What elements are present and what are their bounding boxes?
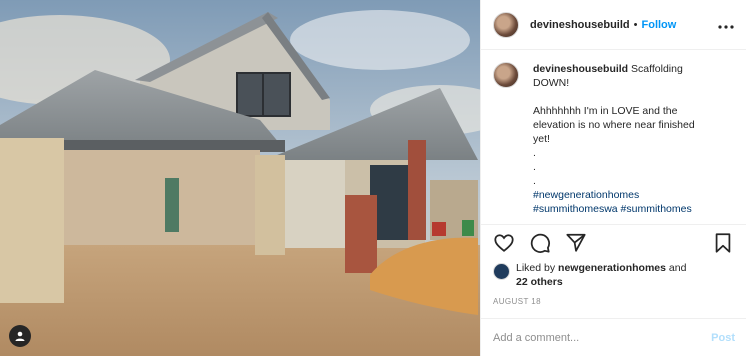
heart-icon[interactable] — [493, 232, 515, 254]
action-bar — [481, 225, 746, 261]
author-avatar[interactable] — [493, 11, 519, 38]
comment-input[interactable] — [493, 331, 712, 344]
ellipsis-glyph — [718, 24, 734, 29]
likes-row: Liked by newgenerationhomes and 22 other… — [481, 261, 746, 289]
caption-line-4: elevation is no where near finished — [533, 119, 695, 131]
post-side-panel: devineshousebuild • Follow devineshouseb… — [480, 0, 746, 356]
caption-line-0: Scaffolding — [631, 63, 683, 75]
post-comment-button[interactable]: Post — [711, 332, 735, 344]
likes-prefix: Liked by — [516, 262, 556, 274]
caption-line-5: yet! — [533, 133, 550, 145]
caption-author-avatar[interactable] — [493, 62, 519, 88]
caption-line-6: . — [533, 147, 536, 159]
caption-line-8: . — [533, 175, 536, 187]
caption-username[interactable]: devineshousebuild — [533, 63, 628, 75]
person-tag-icon[interactable] — [9, 325, 31, 347]
caption-area: devineshousebuild Scaffolding DOWN! Ahhh… — [481, 50, 746, 225]
header-separator: • — [633, 18, 638, 31]
likes-conjunction: and — [668, 262, 687, 274]
caption-row: devineshousebuild Scaffolding DOWN! Ahhh… — [493, 62, 734, 216]
hashtag-link[interactable]: #summithomeswa #summithomes — [533, 202, 723, 216]
house-photo-image — [0, 0, 480, 356]
bookmark-icon[interactable] — [712, 232, 734, 254]
person-tag-glyph — [15, 331, 25, 341]
caption-line-2 — [533, 90, 723, 104]
instagram-post-view: devineshousebuild • Follow devineshouseb… — [0, 0, 746, 356]
liker-username[interactable]: newgenerationhomes — [558, 262, 666, 274]
comment-form: Post — [481, 318, 746, 356]
more-options-icon[interactable] — [718, 17, 734, 33]
caption-line-7: . — [533, 161, 536, 173]
liker-avatar[interactable] — [493, 263, 510, 280]
likes-others-link[interactable]: 22 others — [516, 276, 563, 288]
caption-line-1: DOWN! — [533, 77, 570, 89]
post-photo[interactable] — [0, 0, 480, 356]
post-header: devineshousebuild • Follow — [481, 0, 746, 50]
author-username[interactable]: devineshousebuild — [530, 19, 630, 31]
paper-plane-icon[interactable] — [565, 232, 587, 254]
comment-bubble-icon[interactable] — [529, 232, 551, 254]
follow-button[interactable]: Follow — [642, 19, 677, 31]
hashtag-link[interactable]: #newgenerationhomes — [533, 188, 723, 202]
caption-line-3: Ahhhhhhh I'm in LOVE and the — [533, 105, 678, 117]
caption-text: devineshousebuild Scaffolding DOWN! Ahhh… — [533, 62, 723, 216]
post-date[interactable]: AUGUST 18 — [481, 289, 746, 306]
likes-text: Liked by newgenerationhomes and 22 other… — [516, 261, 686, 289]
